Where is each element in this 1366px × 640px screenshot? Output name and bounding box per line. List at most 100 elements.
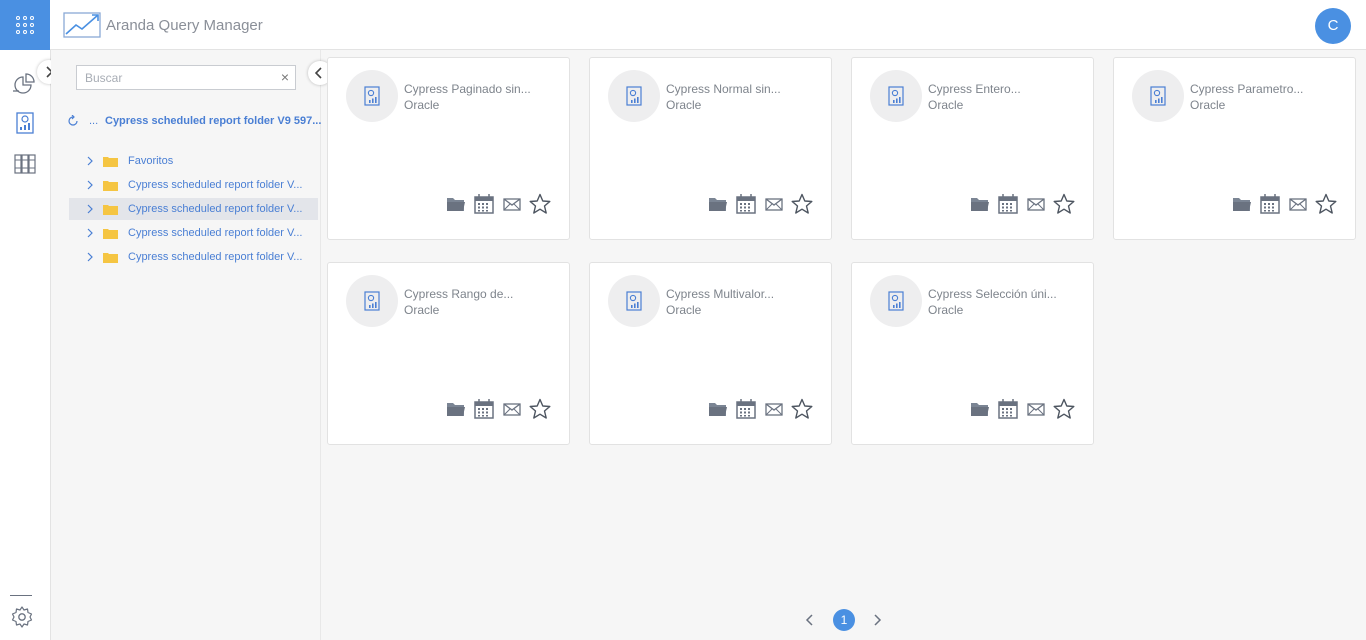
card-subtitle: Oracle: [666, 303, 702, 317]
left-rail: [0, 50, 51, 640]
card-title[interactable]: Cypress Selección úni...: [928, 287, 1057, 301]
report-card[interactable]: Cypress Normal sin... Oracle: [589, 57, 832, 240]
search-input[interactable]: [77, 66, 272, 89]
mail-icon[interactable]: [503, 194, 521, 214]
report-icon-badge: [1132, 70, 1184, 122]
chevron-right-icon[interactable]: [86, 204, 94, 214]
card-title[interactable]: Cypress Rango de...: [404, 287, 513, 301]
mail-icon[interactable]: [765, 194, 783, 214]
report-document-icon: [888, 86, 904, 106]
report-card[interactable]: Cypress Rango de... Oracle: [327, 262, 570, 445]
folder-icon: [103, 181, 118, 191]
folder-icon[interactable]: [970, 194, 990, 214]
tree-item-favoritos[interactable]: Favoritos: [69, 150, 318, 172]
report-icon-badge: [608, 70, 660, 122]
folder-icon[interactable]: [970, 399, 990, 419]
folder-icon[interactable]: [708, 399, 728, 419]
report-document-icon: [626, 291, 642, 311]
folder-icon: [103, 253, 118, 263]
chevron-right-icon[interactable]: [86, 156, 94, 166]
tree-item-folder[interactable]: Cypress scheduled report folder V...: [69, 174, 318, 196]
star-icon[interactable]: [1053, 193, 1075, 215]
report-card[interactable]: Cypress Selección úni... Oracle: [851, 262, 1094, 445]
card-title[interactable]: Cypress Multivalor...: [666, 287, 774, 301]
report-icon-badge: [346, 275, 398, 327]
report-document-icon: [364, 86, 380, 106]
rail-divider: [10, 595, 32, 596]
star-icon[interactable]: [791, 398, 813, 420]
report-document-icon[interactable]: [13, 111, 37, 135]
mail-icon[interactable]: [1027, 194, 1045, 214]
mail-icon[interactable]: [1289, 194, 1307, 214]
chevron-right-icon[interactable]: [86, 228, 94, 238]
calendar-icon[interactable]: [998, 399, 1018, 419]
calendar-icon[interactable]: [998, 194, 1018, 214]
binders-icon[interactable]: [13, 152, 37, 176]
report-card[interactable]: Cypress Multivalor... Oracle: [589, 262, 832, 445]
search-box: ×: [76, 65, 296, 90]
tree-item-folder[interactable]: Cypress scheduled report folder V...: [69, 222, 318, 244]
tree-root[interactable]: ... Cypress scheduled report folder V9 5…: [65, 113, 321, 133]
apps-grid-button[interactable]: [0, 0, 50, 50]
card-title[interactable]: Cypress Paginado sin...: [404, 82, 531, 96]
tree-item-folder[interactable]: Cypress scheduled report folder V...: [69, 246, 318, 268]
card-title[interactable]: Cypress Parametro...: [1190, 82, 1303, 96]
folder-icon[interactable]: [446, 194, 466, 214]
star-icon[interactable]: [791, 193, 813, 215]
report-icon-badge: [608, 275, 660, 327]
report-icon-badge: [870, 70, 922, 122]
card-subtitle: Oracle: [404, 98, 440, 112]
tree-item-label: Cypress scheduled report folder V...: [128, 203, 303, 215]
report-card[interactable]: Cypress Entero... Oracle: [851, 57, 1094, 240]
star-icon[interactable]: [529, 398, 551, 420]
star-icon[interactable]: [529, 193, 551, 215]
chevron-right-icon[interactable]: [86, 252, 94, 262]
app-title: Aranda Query Manager: [106, 17, 263, 34]
calendar-icon[interactable]: [1260, 194, 1280, 214]
folder-icon[interactable]: [708, 194, 728, 214]
page-button-current[interactable]: 1: [833, 609, 855, 631]
card-subtitle: Oracle: [666, 98, 702, 112]
mail-icon[interactable]: [765, 399, 783, 419]
tree-item-label: Favoritos: [128, 155, 174, 167]
pie-chart-icon[interactable]: [13, 72, 37, 96]
tree-item-label: Cypress scheduled report folder V...: [128, 227, 303, 239]
card-title[interactable]: Cypress Entero...: [928, 82, 1021, 96]
card-title[interactable]: Cypress Normal sin...: [666, 82, 781, 96]
chevron-left-icon[interactable]: [805, 614, 815, 626]
folder-icon[interactable]: [1232, 194, 1252, 214]
card-subtitle: Oracle: [928, 98, 964, 112]
star-icon[interactable]: [1053, 398, 1075, 420]
folder-tree-panel: × ... Cypress scheduled report folder V9…: [51, 50, 321, 640]
folder-icon[interactable]: [446, 399, 466, 419]
folder-icon: [103, 229, 118, 239]
gear-icon[interactable]: [10, 605, 34, 629]
mail-icon[interactable]: [1027, 399, 1045, 419]
tree-item-label: Cypress scheduled report folder V...: [128, 251, 303, 263]
calendar-icon[interactable]: [736, 194, 756, 214]
tree-item-folder-selected[interactable]: Cypress scheduled report folder V...: [69, 198, 318, 220]
report-icon-badge: [346, 70, 398, 122]
card-subtitle: Oracle: [928, 303, 964, 317]
folder-icon: [103, 205, 118, 215]
calendar-icon[interactable]: [736, 399, 756, 419]
refresh-folder-icon: [68, 115, 78, 126]
card-subtitle: Oracle: [404, 303, 440, 317]
breadcrumb-ellipsis[interactable]: ...: [89, 115, 98, 127]
trend-chart-icon: [63, 12, 101, 38]
report-document-icon: [1150, 86, 1166, 106]
tree-item-label: Cypress scheduled report folder V...: [128, 179, 303, 191]
tree-root-label: Cypress scheduled report folder V9 597..…: [105, 115, 322, 127]
clear-search-icon[interactable]: ×: [281, 69, 289, 85]
chevron-right-icon[interactable]: [872, 614, 882, 626]
calendar-icon[interactable]: [474, 399, 494, 419]
report-document-icon: [888, 291, 904, 311]
calendar-icon[interactable]: [474, 194, 494, 214]
top-header: Aranda Query Manager C: [0, 0, 1366, 50]
mail-icon[interactable]: [503, 399, 521, 419]
report-card[interactable]: Cypress Parametro... Oracle: [1113, 57, 1356, 240]
star-icon[interactable]: [1315, 193, 1337, 215]
chevron-right-icon[interactable]: [86, 180, 94, 190]
report-card[interactable]: Cypress Paginado sin... Oracle: [327, 57, 570, 240]
user-avatar[interactable]: C: [1315, 8, 1351, 44]
